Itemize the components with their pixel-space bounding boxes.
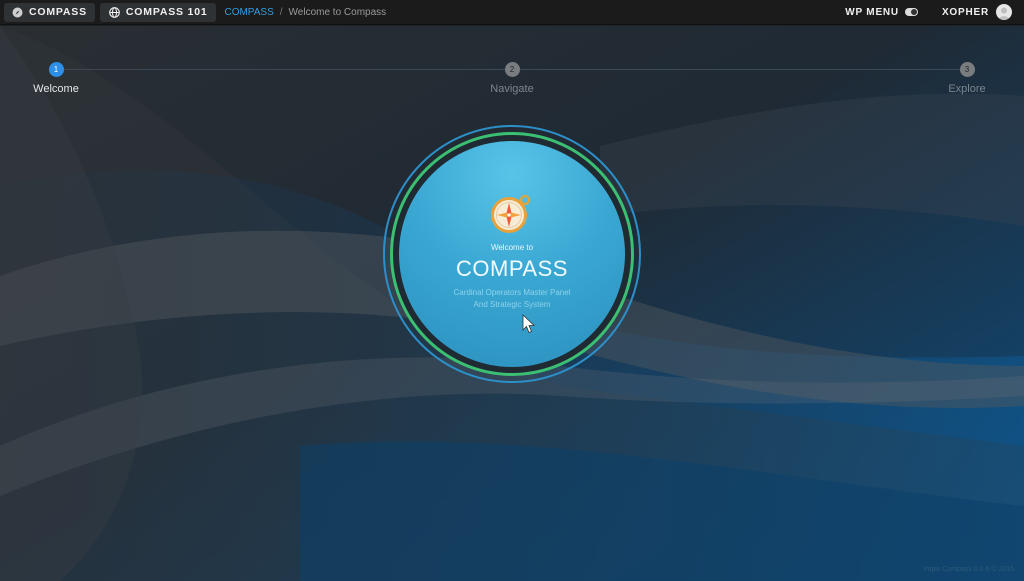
user-menu[interactable]: XOPHER [942, 4, 1012, 20]
welcome-circle-button[interactable]: Welcome to COMPASS Cardinal Operators Ma… [383, 125, 641, 383]
toggle-switch-icon[interactable] [904, 8, 918, 16]
step-number: 3 [959, 62, 975, 77]
breadcrumb: COMPASS / Welcome to Compass [224, 7, 386, 18]
compass-101-button[interactable]: COMPASS 101 [99, 2, 217, 22]
step-progress: 1 Welcome 2 Navigate 3 Explore [0, 60, 1024, 100]
mouse-cursor-icon [522, 314, 535, 334]
step-label: Explore [948, 83, 986, 95]
breadcrumb-separator: / [279, 6, 283, 18]
welcome-text: Welcome to [490, 243, 534, 252]
step-label: Navigate [490, 83, 534, 95]
step-explore[interactable]: 3 Explore [917, 60, 1017, 95]
compass-101-label: COMPASS 101 [125, 6, 208, 18]
avatar[interactable] [996, 4, 1012, 20]
step-label: Welcome [33, 83, 79, 95]
step-number: 2 [504, 62, 520, 77]
breadcrumb-current: Welcome to Compass [288, 6, 387, 18]
app-title: COMPASS [456, 256, 568, 281]
step-navigate[interactable]: 2 Navigate [462, 60, 562, 95]
top-bar: COMPASS COMPASS 101 COMPASS / Welcome to… [0, 0, 1024, 25]
compass-menu-label: COMPASS [29, 6, 87, 18]
version-footer: Impix Compass 0.0.6 © 2016 [923, 566, 1014, 573]
welcome-disc[interactable]: Welcome to COMPASS Cardinal Operators Ma… [399, 141, 625, 367]
app-subtitle: Cardinal Operators Master Panel And Stra… [399, 287, 625, 311]
step-welcome[interactable]: 1 Welcome [6, 60, 106, 95]
compass-menu-button[interactable]: COMPASS [4, 2, 95, 22]
step-number: 1 [48, 62, 64, 77]
subtitle-line-1: Cardinal Operators Master Panel [453, 288, 571, 297]
breadcrumb-link-compass[interactable]: COMPASS [224, 7, 273, 18]
globe-icon [109, 6, 120, 18]
subtitle-line-2: And Strategic System [473, 300, 551, 309]
wp-menu-toggle[interactable]: WP MENU [845, 7, 918, 18]
compass-icon [12, 7, 23, 18]
wp-menu-label: WP MENU [845, 6, 899, 18]
user-name: XOPHER [941, 6, 989, 18]
compass-icon [491, 194, 531, 233]
